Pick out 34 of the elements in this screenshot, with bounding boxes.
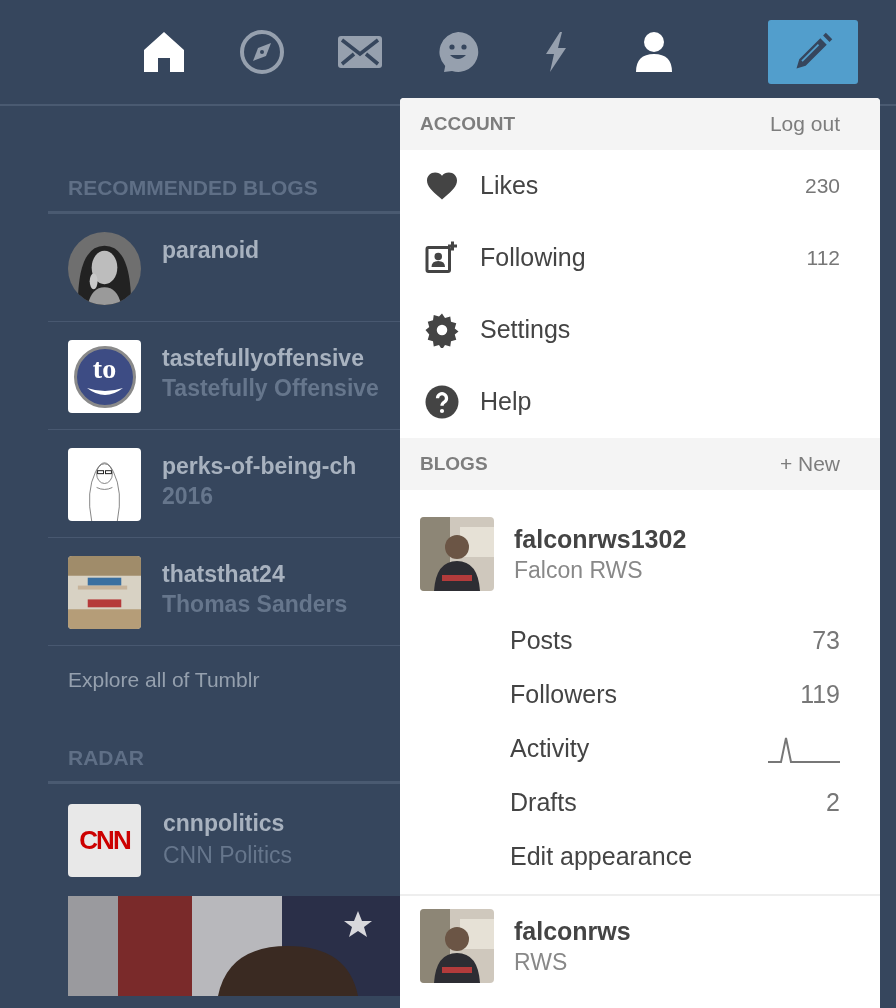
compose-button[interactable] <box>768 20 858 84</box>
blog-name[interactable]: paranoid <box>162 235 260 265</box>
settings-icon <box>424 312 460 348</box>
count-text: 112 <box>806 245 840 272</box>
count-text: 230 <box>804 173 840 200</box>
new-blog-link[interactable]: + New <box>779 448 860 480</box>
section-heading: ACCOUNT <box>420 111 515 136</box>
menu-item[interactable]: Help <box>400 366 880 438</box>
explore-link[interactable]: Explore all of Tumblr <box>68 668 260 691</box>
compass-icon[interactable] <box>238 28 286 76</box>
blog-title: RWS <box>514 948 569 977</box>
menu-item[interactable]: Settings <box>400 294 880 366</box>
blog-name[interactable]: falconrws <box>514 915 631 947</box>
count-text: 73 <box>812 625 840 657</box>
menu-item[interactable]: Following 112 <box>400 222 880 294</box>
count-text: 119 <box>800 679 840 711</box>
menu-item[interactable]: Followers 119 <box>510 668 840 722</box>
count-text: 2 <box>826 787 840 819</box>
help-icon <box>424 384 460 420</box>
menu-item[interactable]: Activity <box>510 722 840 776</box>
blog-name[interactable]: tastefullyoffensive <box>162 343 379 373</box>
section-heading: BLOGS <box>420 451 488 476</box>
blog-name[interactable]: falconrws1302 <box>514 523 687 555</box>
blog-name[interactable]: thatsthat24 <box>162 559 348 589</box>
menu-item[interactable]: Posts 73 <box>510 614 840 668</box>
menu-item[interactable]: Drafts 2 <box>510 776 840 830</box>
logo-text: to <box>92 352 117 385</box>
menu-item[interactable]: Edit appearance <box>510 830 840 884</box>
logo-text: CNN <box>79 824 130 857</box>
blog-title: Falcon RWS <box>514 556 644 585</box>
blog-name[interactable]: perks-of-being-ch <box>162 451 357 481</box>
logout-link[interactable]: Log out <box>769 108 860 140</box>
blog-name[interactable]: cnnpolitics <box>163 808 293 838</box>
contact-card-icon <box>424 240 460 276</box>
